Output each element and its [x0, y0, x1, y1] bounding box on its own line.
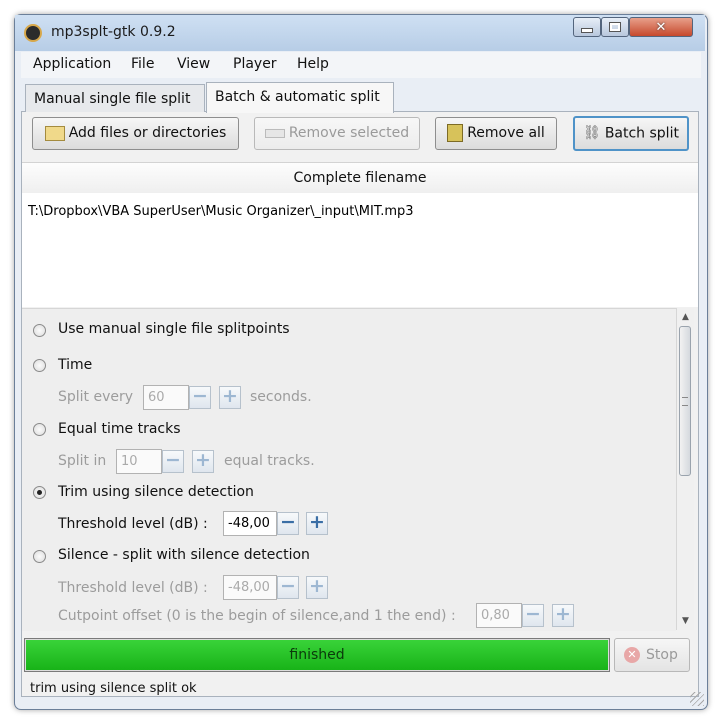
seconds-label: seconds. — [250, 389, 312, 405]
minimize-icon — [581, 27, 593, 33]
trim-silence-label: Trim using silence detection — [58, 484, 254, 500]
file-row[interactable]: T:\Dropbox\VBA SuperUser\Music Organizer… — [28, 204, 414, 219]
stop-icon: ✕ — [624, 647, 640, 663]
silence-threshold-increment-button[interactable]: + — [306, 575, 328, 599]
split-in-decrement-button[interactable]: − — [162, 449, 184, 473]
plus-icon: + — [195, 449, 211, 471]
menu-application[interactable]: Application — [33, 56, 111, 72]
add-files-label: Add files or directories — [68, 125, 227, 141]
radio-manual-splitpoints[interactable] — [33, 324, 46, 337]
scrollbar-thumb[interactable] — [679, 326, 691, 476]
add-files-button[interactable]: Add files or directories — [32, 117, 239, 150]
resize-grip-icon[interactable] — [690, 692, 704, 706]
trim-threshold-decrement-button[interactable]: − — [277, 511, 299, 535]
minus-icon: − — [192, 385, 208, 407]
split-every-increment-button[interactable]: + — [219, 385, 241, 409]
clear-icon — [447, 124, 464, 142]
menu-file[interactable]: File — [131, 56, 154, 72]
file-list[interactable]: T:\Dropbox\VBA SuperUser\Music Organizer… — [22, 193, 698, 307]
app-icon — [24, 24, 42, 42]
minus-icon: − — [280, 575, 296, 597]
batch-split-button[interactable]: ⛓ Batch split — [573, 116, 689, 151]
window-title: mp3splt-gtk 0.9.2 — [51, 24, 176, 40]
plus-icon: + — [222, 385, 238, 407]
tab-batch-automatic-split[interactable]: Batch & automatic split — [206, 82, 394, 113]
grip-icon — [682, 397, 688, 406]
manual-splitpoints-label: Use manual single file splitpoints — [58, 321, 290, 337]
silence-threshold-input[interactable]: -48,00 — [223, 575, 277, 600]
progress-text: finished — [289, 647, 345, 663]
silence-threshold-decrement-button[interactable]: − — [277, 575, 299, 599]
cutpoint-offset-input[interactable]: 0,80 — [476, 603, 522, 628]
trim-threshold-label: Threshold level (dB) : — [58, 516, 208, 532]
stop-button[interactable]: ✕ Stop — [614, 638, 690, 672]
radio-time[interactable] — [33, 359, 46, 372]
maximize-icon — [610, 23, 620, 31]
split-every-decrement-button[interactable]: − — [189, 385, 211, 409]
link-icon: ⛓ — [583, 125, 601, 141]
stop-label: Stop — [646, 647, 678, 663]
remove-selected-button[interactable]: Remove selected — [254, 117, 420, 150]
equal-tracks-label: equal tracks. — [224, 453, 315, 469]
scroll-down-icon[interactable]: ▼ — [677, 614, 694, 628]
split-in-input[interactable]: 10 — [116, 449, 162, 474]
remove-selected-label: Remove selected — [288, 125, 410, 141]
title-bar[interactable]: mp3splt-gtk 0.9.2 ✕ — [15, 15, 705, 51]
remove-all-label: Remove all — [467, 125, 545, 141]
equal-time-tracks-label: Equal time tracks — [58, 421, 181, 437]
plus-icon: + — [309, 511, 325, 533]
split-in-label: Split in — [58, 453, 107, 469]
minus-icon: − — [165, 449, 181, 471]
split-in-increment-button[interactable]: + — [192, 449, 214, 473]
radio-equal-time-tracks[interactable] — [33, 423, 46, 436]
plus-icon: + — [555, 603, 571, 625]
minimize-button[interactable] — [573, 17, 601, 37]
split-every-input[interactable]: 60 — [143, 385, 189, 410]
cutpoint-offset-decrement-button[interactable]: − — [522, 603, 544, 627]
tab-manual-single-file-split[interactable]: Manual single file split — [25, 84, 205, 112]
filename-column-header[interactable]: Complete filename — [22, 162, 698, 194]
menu-bar: Application File View Player Help — [21, 52, 701, 78]
cutpoint-offset-increment-button[interactable]: + — [552, 603, 574, 627]
menu-view[interactable]: View — [177, 56, 210, 72]
progress-bar: finished — [24, 638, 610, 672]
silence-split-label: Silence - split with silence detection — [58, 547, 310, 563]
folder-icon — [44, 125, 65, 141]
options-scrollbar[interactable]: ▲ ▼ — [676, 308, 694, 630]
plus-icon: + — [309, 575, 325, 597]
split-every-label: Split every — [58, 389, 134, 405]
minus-icon: − — [525, 603, 541, 625]
close-button[interactable]: ✕ — [629, 17, 693, 37]
radio-trim-silence[interactable] — [33, 486, 46, 499]
remove-all-button[interactable]: Remove all — [435, 117, 557, 150]
minus-icon — [264, 128, 285, 138]
cutpoint-offset-label: Cutpoint offset (0 is the begin of silen… — [58, 608, 456, 624]
close-icon: ✕ — [655, 19, 667, 35]
trim-threshold-input[interactable]: -48,00 — [223, 511, 277, 536]
batch-split-label: Batch split — [604, 125, 679, 142]
menu-help[interactable]: Help — [297, 56, 329, 72]
scroll-up-icon[interactable]: ▲ — [677, 310, 694, 324]
menu-player[interactable]: Player — [233, 56, 277, 72]
time-label: Time — [58, 357, 93, 373]
maximize-button[interactable] — [601, 17, 629, 37]
status-bar: trim using silence split ok — [30, 681, 197, 696]
trim-threshold-increment-button[interactable]: + — [306, 511, 328, 535]
minus-icon: − — [280, 511, 296, 533]
silence-threshold-label: Threshold level (dB) : — [58, 580, 208, 596]
radio-silence-split[interactable] — [33, 550, 46, 563]
